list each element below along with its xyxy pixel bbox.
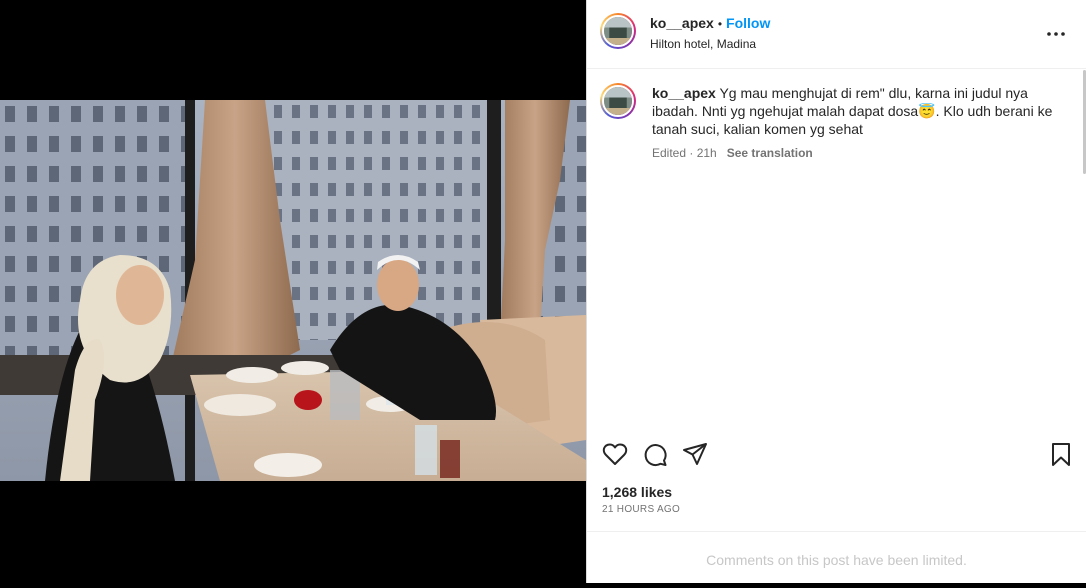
more-options-icon[interactable]	[1044, 24, 1068, 44]
action-bar	[587, 432, 1086, 482]
caption-author-avatar[interactable]	[600, 83, 636, 119]
author-username[interactable]: ko__apex	[650, 15, 714, 31]
author-avatar[interactable]	[600, 13, 636, 49]
caption-username[interactable]: ko__apex	[652, 85, 716, 101]
likes-count[interactable]: 1,268 likes	[602, 484, 672, 500]
see-translation-button[interactable]: See translation	[727, 146, 813, 160]
post-details-pane: ko__apex • Follow Hilton hotel, Madina k…	[586, 0, 1086, 583]
avatar-image	[604, 87, 632, 115]
follow-button[interactable]: Follow	[726, 15, 770, 31]
post-caption: ko__apex Yg mau menghujat di rem" dlu, k…	[652, 84, 1067, 138]
caption-meta: Edited · 21h See translation	[652, 146, 813, 160]
caption-time[interactable]: 21h	[697, 146, 717, 160]
comment-icon[interactable]	[641, 440, 669, 468]
comments-limited-notice: Comments on this post have been limited.	[587, 531, 1086, 583]
separator-dot: •	[717, 17, 723, 31]
post-media-pane	[0, 0, 586, 583]
bookmark-icon[interactable]	[1047, 440, 1075, 468]
send-icon[interactable]	[681, 440, 709, 468]
avatar-image	[604, 17, 632, 45]
comments-area[interactable]: ko__apex Yg mau menghujat di rem" dlu, k…	[587, 69, 1086, 432]
edited-label: Edited	[652, 146, 687, 160]
post-photo[interactable]	[0, 100, 586, 481]
meta-separator: ·	[686, 146, 697, 160]
post-header: ko__apex • Follow Hilton hotel, Madina	[587, 0, 1086, 69]
location-link[interactable]: Hilton hotel, Madina	[650, 37, 770, 51]
heart-icon[interactable]	[601, 440, 629, 468]
post-timestamp[interactable]: 21 HOURS AGO	[602, 504, 680, 515]
